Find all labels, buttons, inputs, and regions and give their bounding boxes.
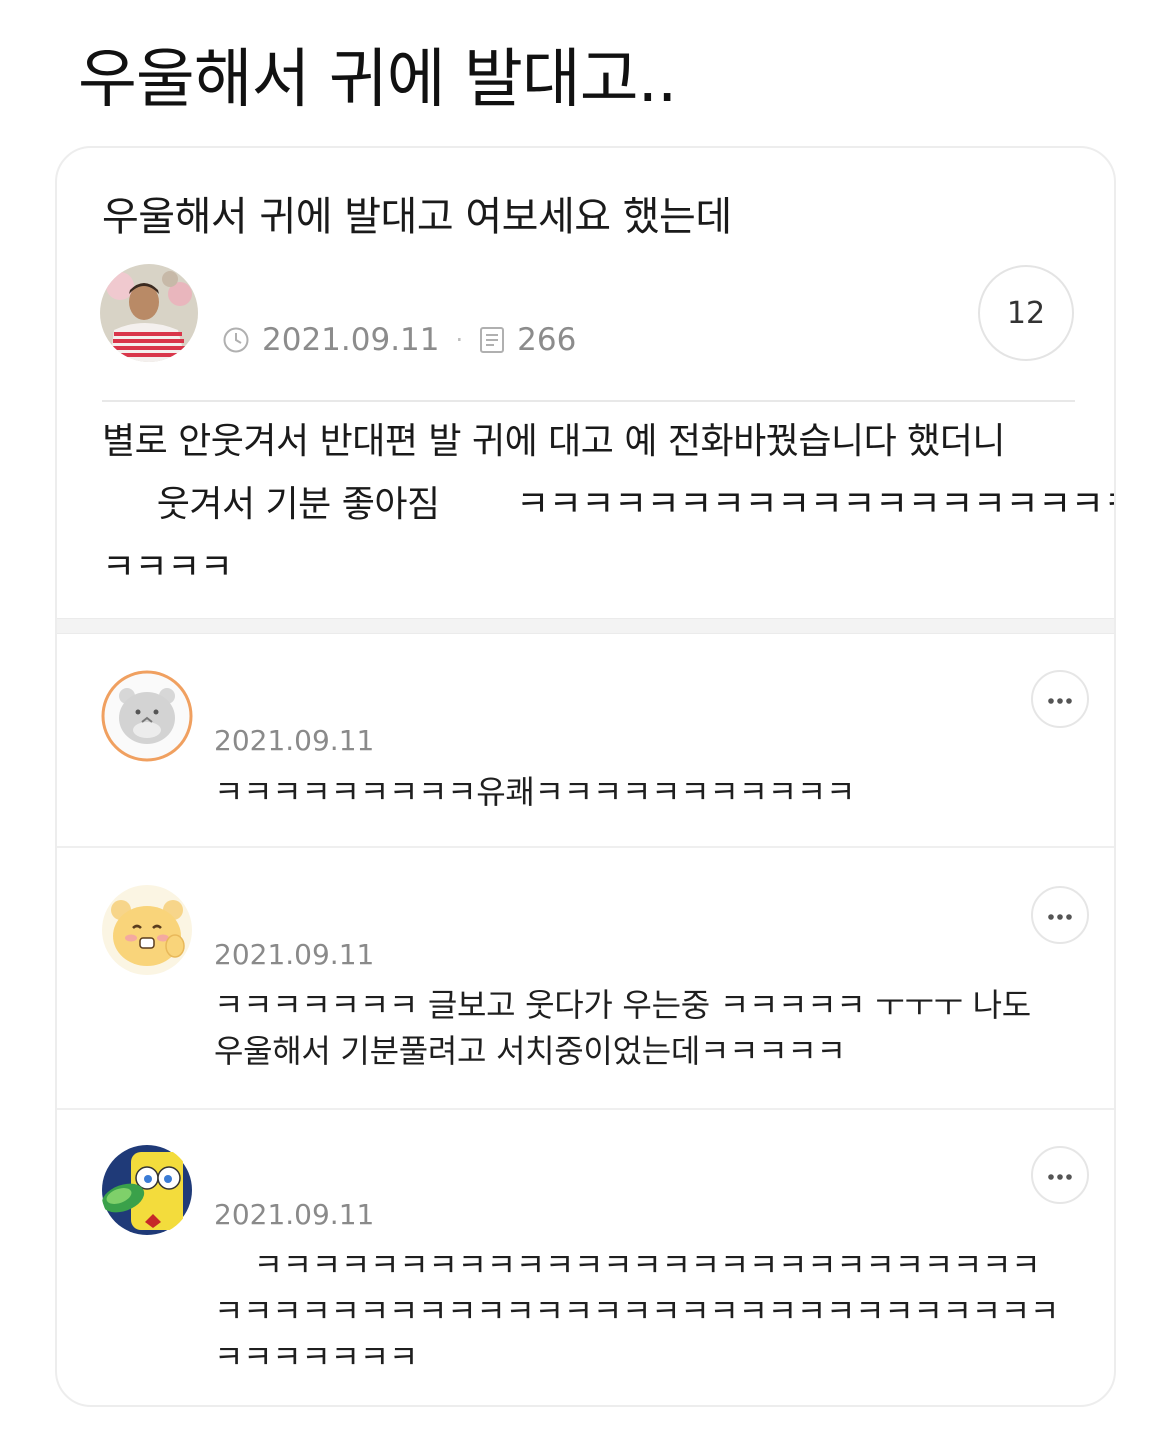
- post-title: 우울해서 귀에 발대고 여보세요 했는데: [102, 194, 732, 240]
- comment-line: ㅋㅋㅋㅋㅋㅋㅋ 글보고 웃다가 우는중 ㅋㅋㅋㅋㅋ ㅜㅜㅜ 나도: [214, 986, 1031, 1024]
- document-icon: [479, 326, 505, 354]
- comment-item: 2021.09.11 ㅋㅋㅋㅋㅋㅋㅋㅋㅋㅋㅋㅋㅋㅋㅋㅋㅋㅋㅋㅋㅋㅋㅋㅋㅋㅋㅋ ㅋ…: [57, 1110, 1114, 1405]
- post-body-line: ㅋㅋㅋㅋ: [102, 547, 233, 588]
- comment-text: ㅋㅋㅋㅋㅋㅋㅋㅋㅋㅋㅋㅋㅋㅋㅋㅋㅋㅋㅋㅋㅋㅋㅋㅋㅋㅋㅋ ㅋㅋㅋㅋㅋㅋㅋㅋㅋㅋㅋㅋ…: [214, 1242, 1094, 1380]
- more-horizontal-icon: [1047, 690, 1073, 709]
- section-separator: [57, 618, 1114, 634]
- commenter-avatar[interactable]: [101, 1144, 193, 1236]
- comment-line: ㅋㅋㅋㅋㅋㅋㅋㅋㅋㅋㅋㅋㅋㅋㅋㅋㅋㅋㅋㅋㅋㅋㅋㅋㅋㅋㅋㅋㅋ: [214, 1292, 1060, 1330]
- page-heading: 우울해서 귀에 발대고..: [78, 43, 677, 117]
- commenter-avatar[interactable]: [101, 670, 193, 762]
- post-meta: 2021.09.11 · 266: [222, 318, 576, 362]
- clock-icon: [222, 326, 250, 354]
- more-horizontal-icon: [1047, 1166, 1073, 1185]
- post-divider: [102, 400, 1075, 402]
- post-body-line: 웃겨서 기분 좋아짐 ㅋㅋㅋㅋㅋㅋㅋㅋㅋㅋㅋㅋㅋㅋㅋㅋㅋㅋㅋ: [102, 484, 1116, 525]
- post-body: 별로 안웃겨서 반대편 발 귀에 대고 예 전화바꿨습니다 했더니 웃겨서 기분…: [102, 410, 1116, 599]
- comment-line: ㅋㅋㅋㅋㅋㅋㅋ: [214, 1338, 418, 1376]
- post-body-line: 별로 안웃겨서 반대편 발 귀에 대고 예 전화바꿨습니다 했더니: [102, 421, 1006, 462]
- comment-date: 2021.09.11: [214, 724, 375, 757]
- comment-text: ㅋㅋㅋㅋㅋㅋㅋㅋㅋ유쾌ㅋㅋㅋㅋㅋㅋㅋㅋㅋㅋㅋ: [214, 769, 1094, 815]
- comment-date: 2021.09.11: [214, 938, 375, 971]
- meta-separator: ·: [455, 326, 464, 354]
- comment-item: 2021.09.11 ㅋㅋㅋㅋㅋㅋㅋㅋㅋ유쾌ㅋㅋㅋㅋㅋㅋㅋㅋㅋㅋㅋ: [57, 634, 1114, 848]
- post-views: 266: [517, 322, 577, 358]
- comment-divider: [57, 846, 1114, 848]
- comment-more-button[interactable]: [1031, 670, 1089, 728]
- comment-line: ㅋㅋㅋㅋㅋㅋㅋㅋㅋㅋㅋㅋㅋㅋㅋㅋㅋㅋㅋㅋㅋㅋㅋㅋㅋㅋㅋ: [214, 1246, 1041, 1284]
- comment-count-badge[interactable]: 12: [978, 265, 1074, 361]
- comment-line: 우울해서 기분풀려고 서치중이었는데ㅋㅋㅋㅋㅋ: [214, 1032, 846, 1070]
- more-horizontal-icon: [1047, 906, 1073, 925]
- post-card: 우울해서 귀에 발대고 여보세요 했는데 2021.09.11 · 266 12…: [55, 146, 1116, 1407]
- comment-more-button[interactable]: [1031, 1146, 1089, 1204]
- comment-line: ㅋㅋㅋㅋㅋㅋㅋㅋㅋ유쾌ㅋㅋㅋㅋㅋㅋㅋㅋㅋㅋㅋ: [214, 773, 856, 811]
- comment-more-button[interactable]: [1031, 886, 1089, 944]
- post-date: 2021.09.11: [262, 322, 440, 358]
- comment-date: 2021.09.11: [214, 1198, 375, 1231]
- commenter-avatar[interactable]: [101, 884, 193, 976]
- author-avatar[interactable]: [100, 264, 198, 362]
- comment-text: ㅋㅋㅋㅋㅋㅋㅋ 글보고 웃다가 우는중 ㅋㅋㅋㅋㅋ ㅜㅜㅜ 나도 우울해서 기분…: [214, 982, 1094, 1074]
- comment-item: 2021.09.11 ㅋㅋㅋㅋㅋㅋㅋ 글보고 웃다가 우는중 ㅋㅋㅋㅋㅋ ㅜㅜㅜ…: [57, 850, 1114, 1110]
